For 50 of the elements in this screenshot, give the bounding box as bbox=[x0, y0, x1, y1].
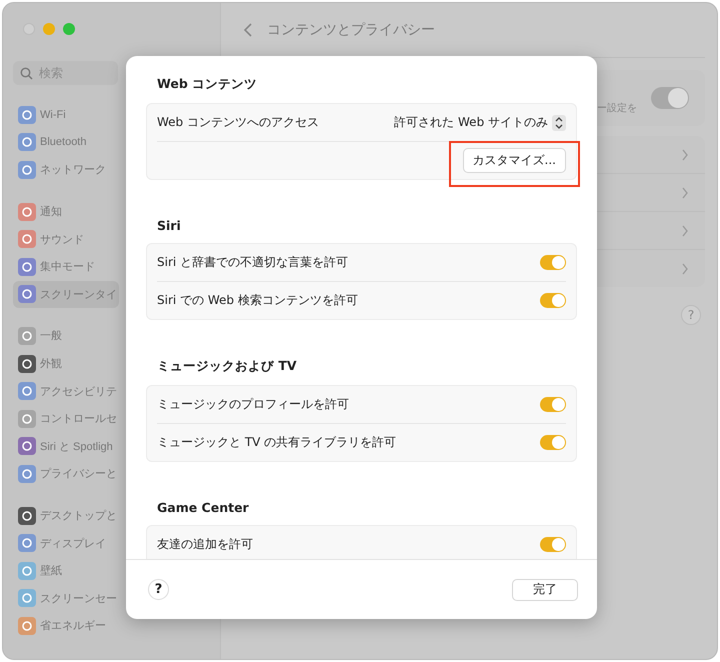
sidebar-item[interactable]: Bluetooth bbox=[13, 128, 88, 156]
setting-label: Siri での Web 検索コンテンツを許可 bbox=[157, 292, 358, 309]
sidebar-item[interactable]: Siri と Spotligh bbox=[13, 432, 115, 460]
section-title: Game Center bbox=[157, 500, 250, 515]
toggle-switch[interactable] bbox=[540, 255, 566, 270]
setting-label: ミュージックのプロフィールを許可 bbox=[157, 396, 349, 413]
sidebar-item[interactable]: ディスプレイ bbox=[13, 529, 108, 557]
sidebar-item[interactable]: ネットワーク bbox=[13, 156, 108, 184]
toggle-switch[interactable] bbox=[540, 435, 566, 450]
done-button[interactable]: 完了 bbox=[512, 578, 578, 600]
section-title: ミュージックおよび TV bbox=[157, 358, 298, 375]
setting-label: ミュージックと TV の共有ライブラリを許可 bbox=[157, 434, 396, 451]
sidebar-item[interactable]: Wi-Fi bbox=[13, 101, 68, 129]
toggle-switch[interactable] bbox=[540, 293, 566, 308]
toggle-switch[interactable] bbox=[540, 397, 566, 412]
sidebar-item[interactable]: デスクトップと bbox=[13, 502, 119, 530]
back-icon[interactable] bbox=[243, 22, 253, 38]
customize-button[interactable]: カスタマイズ... bbox=[462, 148, 566, 173]
sidebar-item[interactable]: 一般 bbox=[13, 322, 64, 350]
zoom-button[interactable] bbox=[63, 23, 75, 35]
sidebar-item[interactable]: 省エネルギー bbox=[13, 612, 108, 640]
sidebar-item[interactable]: プライバシーと bbox=[13, 460, 119, 488]
search-icon bbox=[20, 67, 33, 80]
setting-label: Web コンテンツへのアクセス bbox=[157, 114, 319, 131]
setting-label: Siri と辞書での不適切な言葉を許可 bbox=[157, 254, 348, 271]
minimize-button[interactable] bbox=[43, 23, 55, 35]
sidebar-item[interactable]: コントロールセ bbox=[13, 404, 119, 433]
chevron-icon[interactable] bbox=[681, 262, 689, 274]
setting-description: ー設定を bbox=[597, 102, 637, 115]
sidebar-item[interactable]: スクリーンセー bbox=[13, 584, 119, 612]
sidebar-item[interactable]: 通知 bbox=[13, 198, 64, 226]
section-title: Web コンテンツ bbox=[157, 76, 258, 93]
window-title: コンテンツとプライバシー bbox=[267, 21, 435, 39]
toggle-switch[interactable] bbox=[540, 537, 566, 552]
sidebar-item[interactable]: 集中モード bbox=[13, 252, 97, 281]
setting-label: 友達の追加を許可 bbox=[157, 536, 253, 553]
chevron-icon[interactable] bbox=[681, 148, 689, 160]
chevron-icon[interactable] bbox=[681, 224, 689, 236]
section-title: Siri bbox=[157, 218, 182, 233]
chevron-icon[interactable] bbox=[681, 186, 689, 198]
toggle-switch[interactable] bbox=[651, 87, 689, 109]
sidebar-item[interactable]: 外観 bbox=[13, 350, 64, 378]
sidebar-item[interactable]: アクセシビリテ bbox=[13, 377, 119, 405]
sidebar-item[interactable]: 壁紙 bbox=[13, 556, 64, 584]
sidebar-item[interactable]: サウンド bbox=[13, 225, 86, 253]
popup-menu[interactable]: 許可された Web サイトのみ bbox=[394, 114, 566, 131]
sidebar-item[interactable]: スクリーンタイ bbox=[13, 280, 119, 308]
help-button[interactable]: ? bbox=[148, 579, 169, 600]
stepper-icon bbox=[552, 114, 566, 130]
help-button[interactable]: ? bbox=[681, 305, 701, 325]
